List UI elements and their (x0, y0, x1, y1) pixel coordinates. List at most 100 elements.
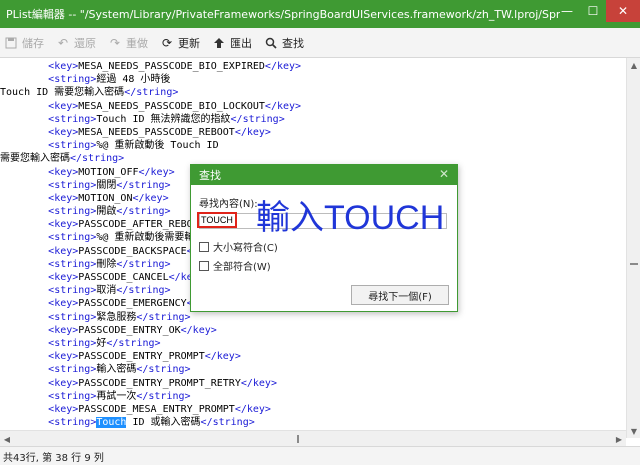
line-text: 好 (96, 337, 107, 349)
match-case-box[interactable] (199, 241, 209, 252)
close-tag: </string> (116, 179, 171, 191)
open-tag: <string> (48, 390, 97, 402)
line-text: MOTION_ON (78, 192, 133, 204)
match-case-checkbox[interactable]: 大小寫符合(C) (199, 239, 278, 254)
line-text: PASSCODE_BACKSPACE (78, 245, 187, 257)
code-line[interactable]: <key>MESA_NEEDS_PASSCODE_REBOOT</key> (0, 126, 626, 139)
find-dialog-close-icon[interactable]: ✕ (439, 167, 449, 181)
line-text: PASSCODE_CANCEL (78, 272, 169, 283)
line-text: MESA_NEEDS_PASSCODE_BIO_EXPIRED (78, 61, 265, 72)
find-what-label: 尋找內容(N): (199, 199, 258, 210)
code-line[interactable]: <key>PASSCODE_ENTRY_PROMPT</key> (0, 350, 626, 363)
close-tag: </key> (132, 192, 169, 204)
scroll-down-arrow-icon[interactable]: ▼ (627, 424, 640, 438)
line-text: 關閉 (96, 179, 117, 191)
close-tag: </string> (116, 258, 171, 270)
code-line[interactable]: <string>輸入密碼</string> (0, 363, 626, 376)
code-line[interactable]: <key>PASSCODE_MESA_ENTRY_PROMPT</key> (0, 403, 626, 416)
refresh-button[interactable]: ⟳ 更新 (160, 35, 200, 51)
redo-button[interactable]: ↷ 重做 (108, 35, 148, 51)
open-tag: <key> (48, 298, 79, 310)
code-line[interactable]: <key>MESA_NEEDS_PASSCODE_BIO_LOCKOUT</ke… (0, 100, 626, 113)
scroll-position-marker (630, 263, 638, 265)
find-next-button[interactable]: 尋找下一個(F) (351, 285, 449, 305)
open-tag: <key> (48, 192, 79, 204)
line-text: PASSCODE_AFTER_REBOOT (78, 219, 205, 231)
open-tag: <key> (48, 324, 79, 336)
code-line[interactable]: <string>再試一次</string> (0, 390, 626, 403)
save-button[interactable]: 儲存 (4, 35, 44, 51)
code-line[interactable]: <string>Touch ID 無法辨識您的指紋</string> (0, 113, 626, 126)
scroll-left-arrow-icon[interactable]: ◀ (0, 431, 14, 447)
close-tag: </key> (234, 126, 271, 138)
close-tag: </string> (70, 153, 125, 165)
undo-label: 還原 (74, 36, 96, 50)
code-line[interactable]: <string>經過 48 小時後 (0, 73, 626, 86)
close-tag: </string> (124, 87, 179, 99)
find-what-input[interactable]: TOUCH (197, 212, 237, 228)
open-tag: <string> (48, 74, 97, 86)
code-line[interactable]: <string>Touch ID 或輸入密碼</string> (0, 416, 626, 429)
open-tag: <key> (48, 100, 79, 112)
export-icon (212, 36, 226, 50)
code-line[interactable]: Touch ID 需要您輸入密碼</string> (0, 86, 626, 99)
open-tag: <key> (48, 219, 79, 231)
line-text: PASSCODE_EMERGENCY (78, 298, 187, 310)
maximize-button[interactable]: ☐ (580, 0, 606, 22)
line-text: ID 或輸入密碼 (126, 417, 201, 429)
close-tag: </string> (136, 390, 191, 402)
code-line[interactable]: <key>PASSCODE_ENTRY_PROMPT_RETRY</key> (0, 377, 626, 390)
horizontal-scrollbar[interactable]: ◀ ▶ (0, 430, 626, 446)
search-icon (264, 36, 278, 50)
line-text: PASSCODE_MESA_ENTRY_PROMPT (78, 403, 235, 415)
find-dialog-titlebar[interactable]: 查找 ✕ (191, 165, 457, 185)
whole-word-checkbox[interactable]: 全部符合(W) (199, 258, 271, 273)
scroll-right-arrow-icon[interactable]: ▶ (612, 431, 626, 447)
open-tag: <key> (48, 351, 79, 363)
line-text: 刪除 (96, 258, 117, 270)
plist-editor-window: PList編輯器 -- "/System/Library/PrivateFram… (0, 0, 640, 465)
open-tag: <key> (48, 126, 79, 138)
line-text: Touch ID 無法辨識您的指紋 (96, 113, 231, 125)
save-icon (4, 36, 18, 50)
find-label: 查找 (282, 36, 304, 50)
close-tag: </string> (136, 364, 191, 376)
undo-button[interactable]: ↶ 還原 (56, 35, 96, 51)
close-tag: </key> (264, 61, 302, 72)
code-line[interactable]: <string>好</string> (0, 337, 626, 350)
title-bar[interactable]: PList編輯器 -- "/System/Library/PrivateFram… (0, 0, 640, 28)
close-button[interactable]: ✕ (606, 0, 640, 22)
instruction-annotation: 輸入TOUCH (256, 199, 445, 237)
export-button[interactable]: 匯出 (212, 35, 252, 51)
open-tag: <string> (48, 285, 97, 297)
whole-word-box[interactable] (199, 260, 209, 271)
undo-icon: ↶ (57, 35, 69, 50)
open-tag: <string> (48, 113, 97, 125)
code-line[interactable]: <string>緊急服務</string> (0, 311, 626, 324)
open-tag: <string> (48, 206, 97, 218)
code-line[interactable]: <string>%@ 重新啟動後 Touch ID (0, 139, 626, 152)
code-line[interactable]: <key>MESA_NEEDS_PASSCODE_BIO_EXPIRED</ke… (0, 60, 626, 73)
vertical-scrollbar[interactable]: ▲ ▼ (626, 58, 640, 438)
minimize-button[interactable]: — (554, 0, 580, 22)
open-tag: <string> (48, 232, 97, 244)
close-tag: </key> (240, 377, 277, 389)
code-line[interactable]: <key>PASSCODE_ENTRY_OK</key> (0, 324, 626, 337)
find-button[interactable]: 查找 (264, 35, 304, 51)
scroll-up-arrow-icon[interactable]: ▲ (627, 58, 640, 72)
